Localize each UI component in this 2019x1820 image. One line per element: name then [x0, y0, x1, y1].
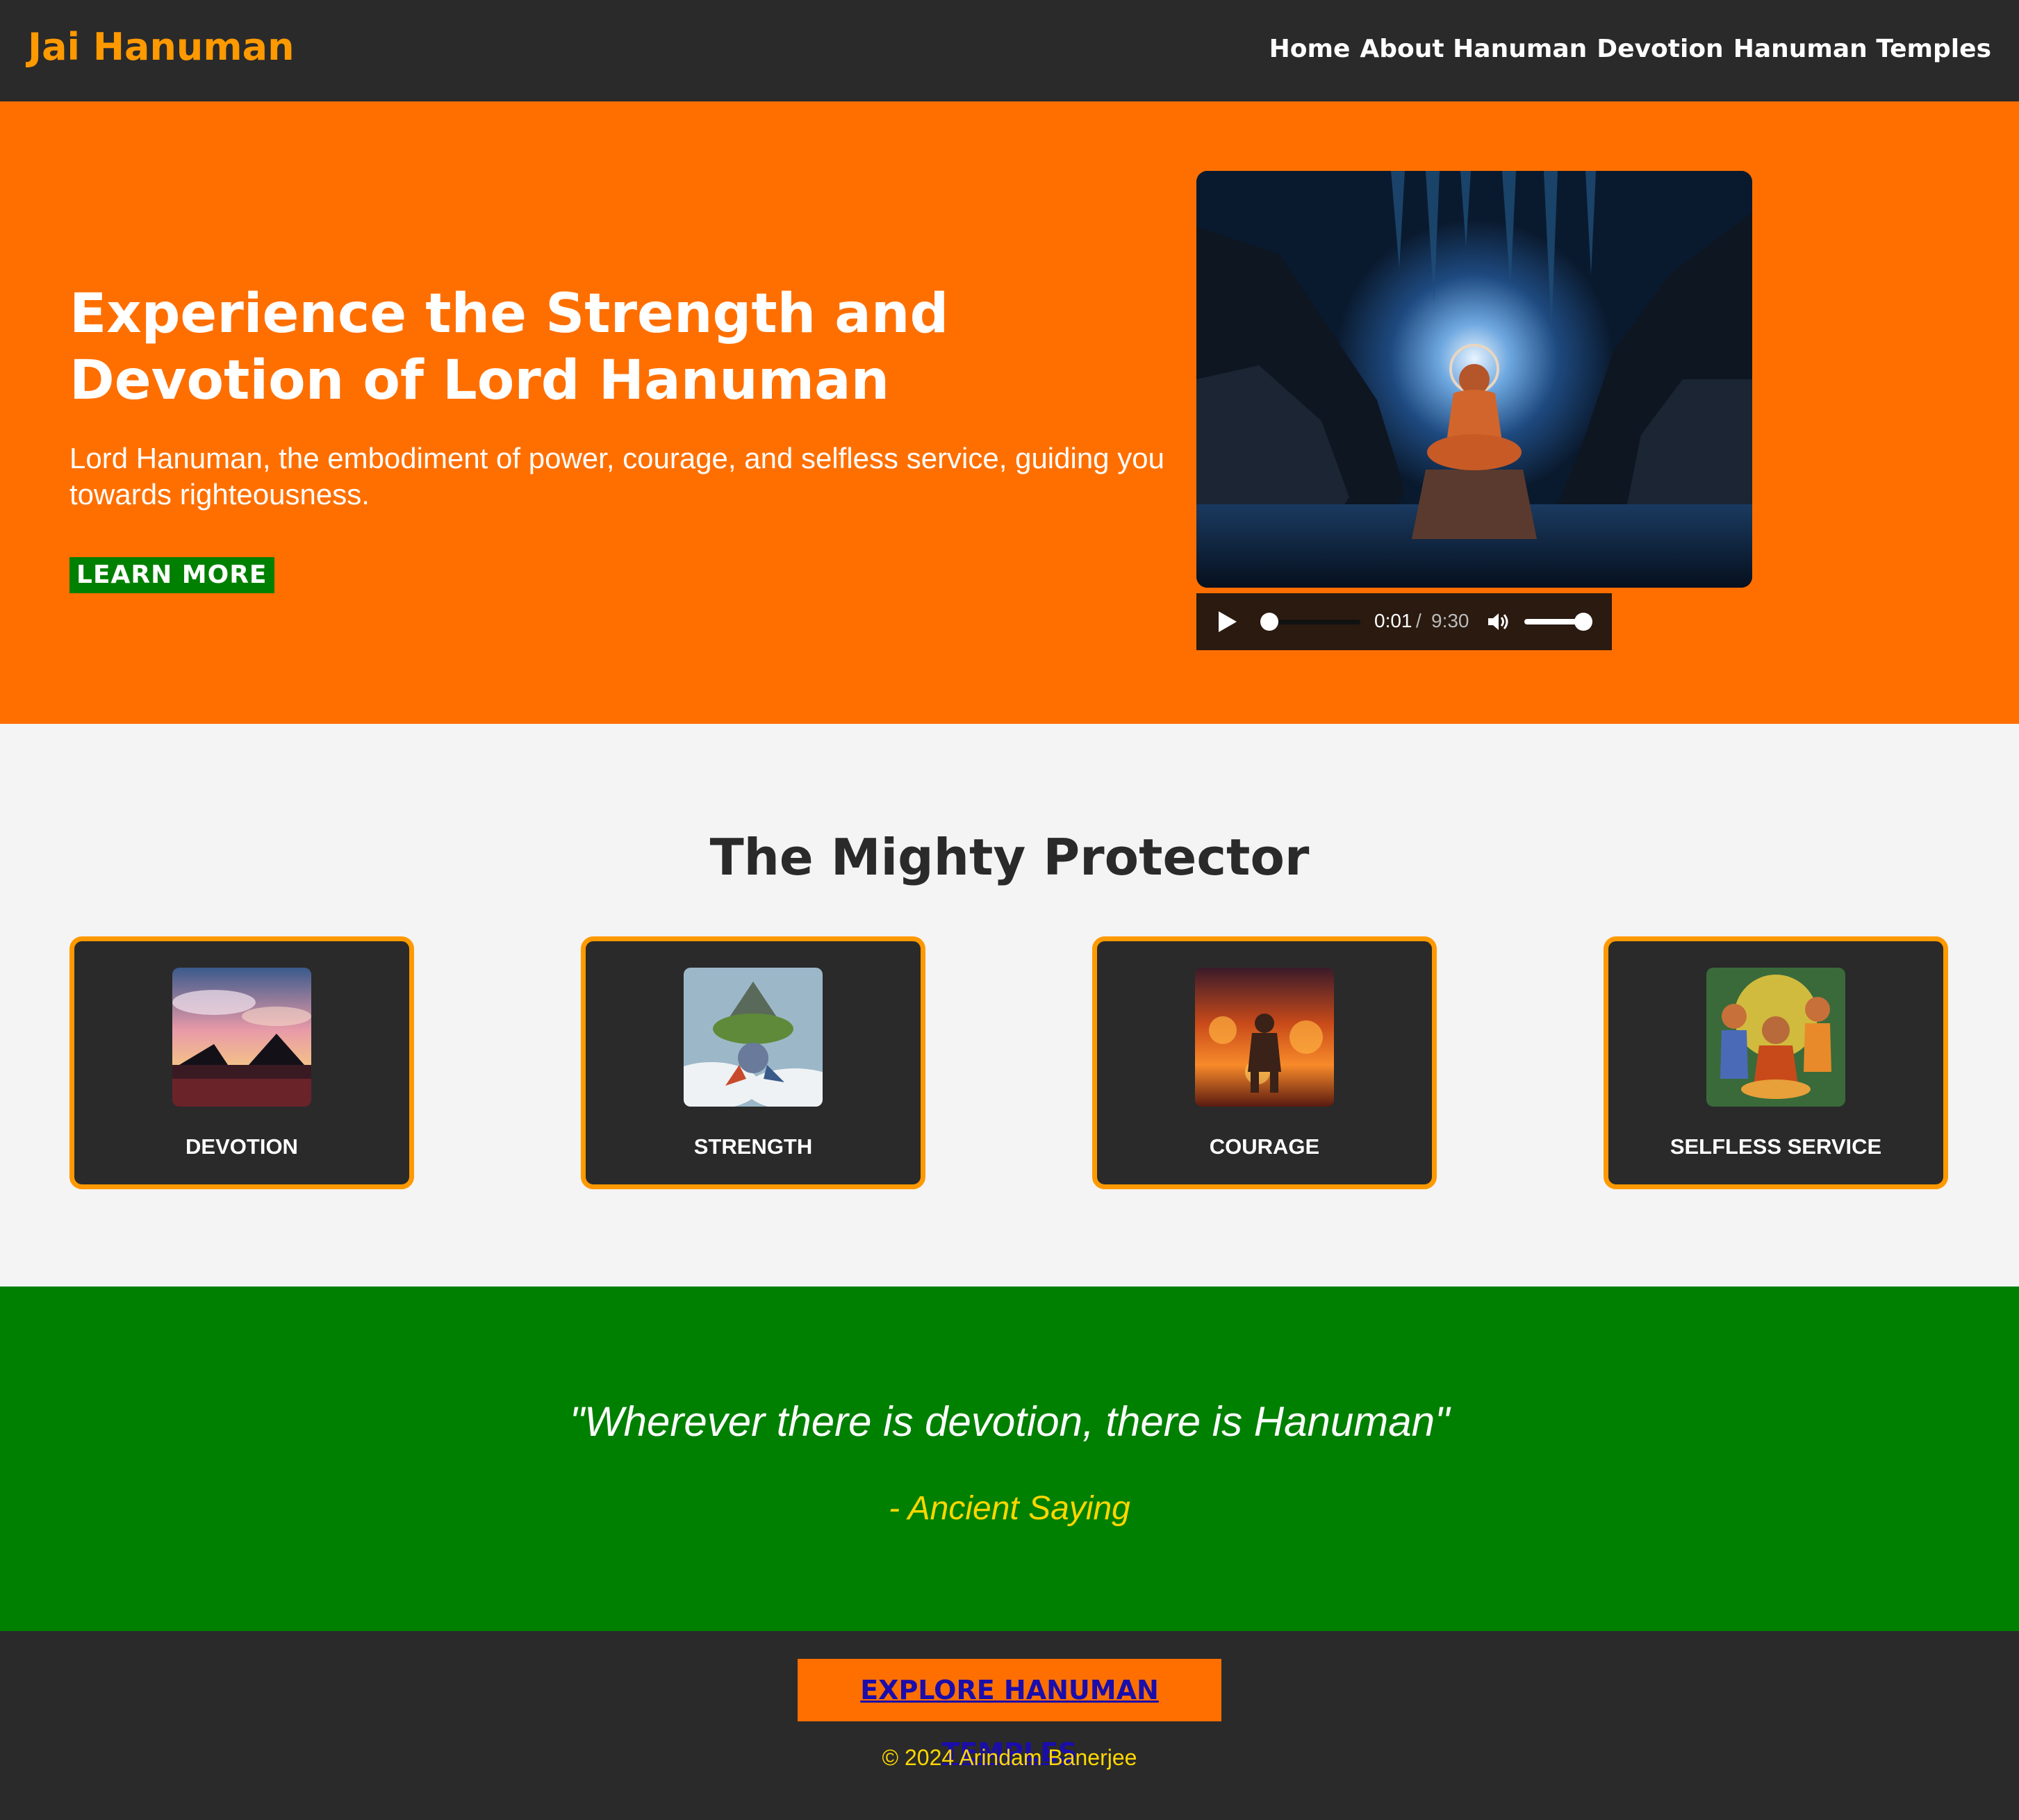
hero-section: Experience the Strength and Devotion of … [0, 101, 2019, 724]
current-time: 0:01 [1374, 610, 1412, 631]
features-title: The Mighty Protector [709, 828, 1310, 886]
features-section: The Mighty Protector DEVOTION STRENGTH C… [0, 724, 2019, 1287]
volume-icon[interactable] [1487, 611, 1510, 632]
quote-section: "Wherever there is devotion, there is Ha… [0, 1287, 2019, 1631]
footer: EXPLORE HANUMAN TEMPLES © 2024 Arindam B… [0, 1631, 2019, 1820]
feature-card-selfless-service[interactable]: SELFLESS SERVICE [1604, 936, 1948, 1189]
nav-link-hanuman-temples[interactable]: Hanuman Temples [1733, 35, 1991, 63]
nav-links: Home About Hanuman Devotion Hanuman Temp… [1269, 35, 1991, 63]
volume-handle[interactable] [1574, 613, 1592, 631]
quote-text: "Wherever there is devotion, there is Ha… [569, 1398, 1450, 1445]
feature-card-devotion[interactable]: DEVOTION [69, 936, 414, 1189]
nav-link-about-hanuman[interactable]: About Hanuman [1360, 35, 1587, 63]
card-label-devotion: DEVOTION [186, 1134, 298, 1159]
feature-card-courage[interactable]: COURAGE [1092, 936, 1437, 1189]
learn-more-button[interactable]: LEARN MORE [69, 557, 274, 593]
video-controls: 0:01 / 9:30 [1196, 593, 1612, 650]
strength-image [684, 968, 823, 1107]
play-icon[interactable] [1219, 611, 1237, 632]
nav-link-devotion[interactable]: Devotion [1597, 35, 1723, 63]
devotion-image [172, 968, 311, 1107]
brand-logo[interactable]: Jai Hanuman [28, 25, 295, 69]
hero-subtitle: Lord Hanuman, the embodiment of power, c… [69, 442, 1164, 511]
navbar: Jai Hanuman Home About Hanuman Devotion … [0, 0, 2019, 101]
explore-temples-button[interactable]: EXPLORE HANUMAN TEMPLES [798, 1659, 1221, 1768]
feature-card-strength[interactable]: STRENGTH [581, 936, 925, 1189]
time-separator: / [1416, 610, 1421, 631]
seek-handle[interactable] [1260, 613, 1278, 631]
nav-link-home[interactable]: Home [1269, 35, 1351, 63]
seek-bar[interactable] [1266, 620, 1360, 624]
quote-author: - Ancient Saying [889, 1490, 1130, 1527]
card-label-strength: STRENGTH [693, 1134, 813, 1159]
copyright-text: © 2024 Arindam Banerjee [882, 1745, 1137, 1770]
hero-title: Experience the Strength and Devotion of … [69, 283, 949, 412]
video-thumbnail [1196, 171, 1752, 588]
selfless-service-image [1706, 968, 1845, 1107]
video-player[interactable] [1196, 171, 1752, 588]
card-label-selfless-service: SELFLESS SERVICE [1670, 1134, 1882, 1159]
courage-image [1195, 968, 1334, 1107]
card-label-courage: COURAGE [1209, 1134, 1320, 1159]
duration: 9:30 [1431, 610, 1469, 631]
